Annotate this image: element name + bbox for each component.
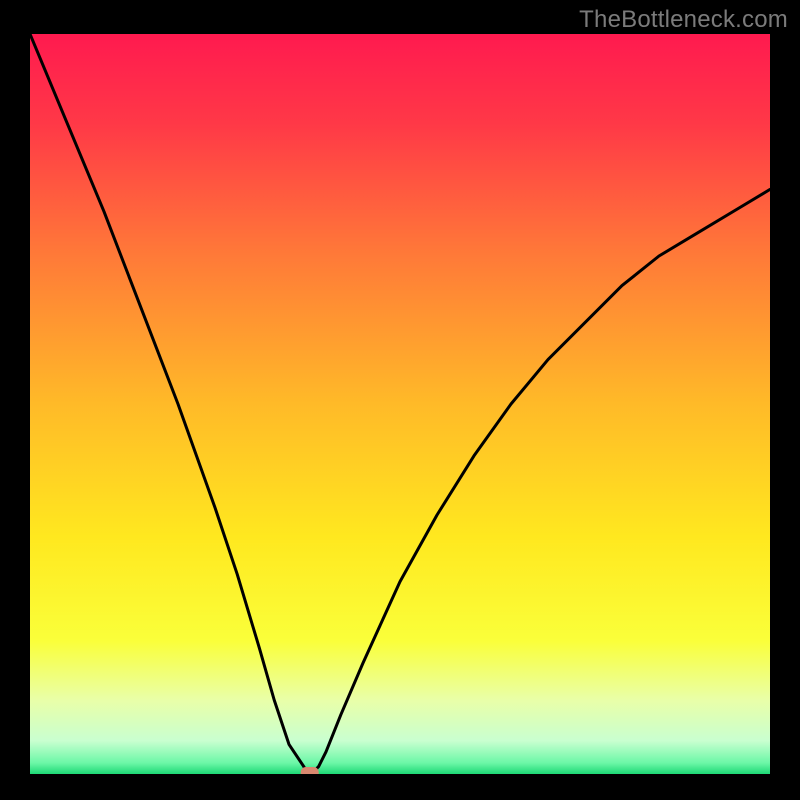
- gradient-background: [30, 34, 770, 774]
- minimum-marker: [301, 767, 319, 774]
- bottleneck-chart: [30, 34, 770, 774]
- plot-area: [30, 34, 770, 774]
- chart-container: TheBottleneck.com: [0, 0, 800, 800]
- watermark-text: TheBottleneck.com: [579, 6, 788, 34]
